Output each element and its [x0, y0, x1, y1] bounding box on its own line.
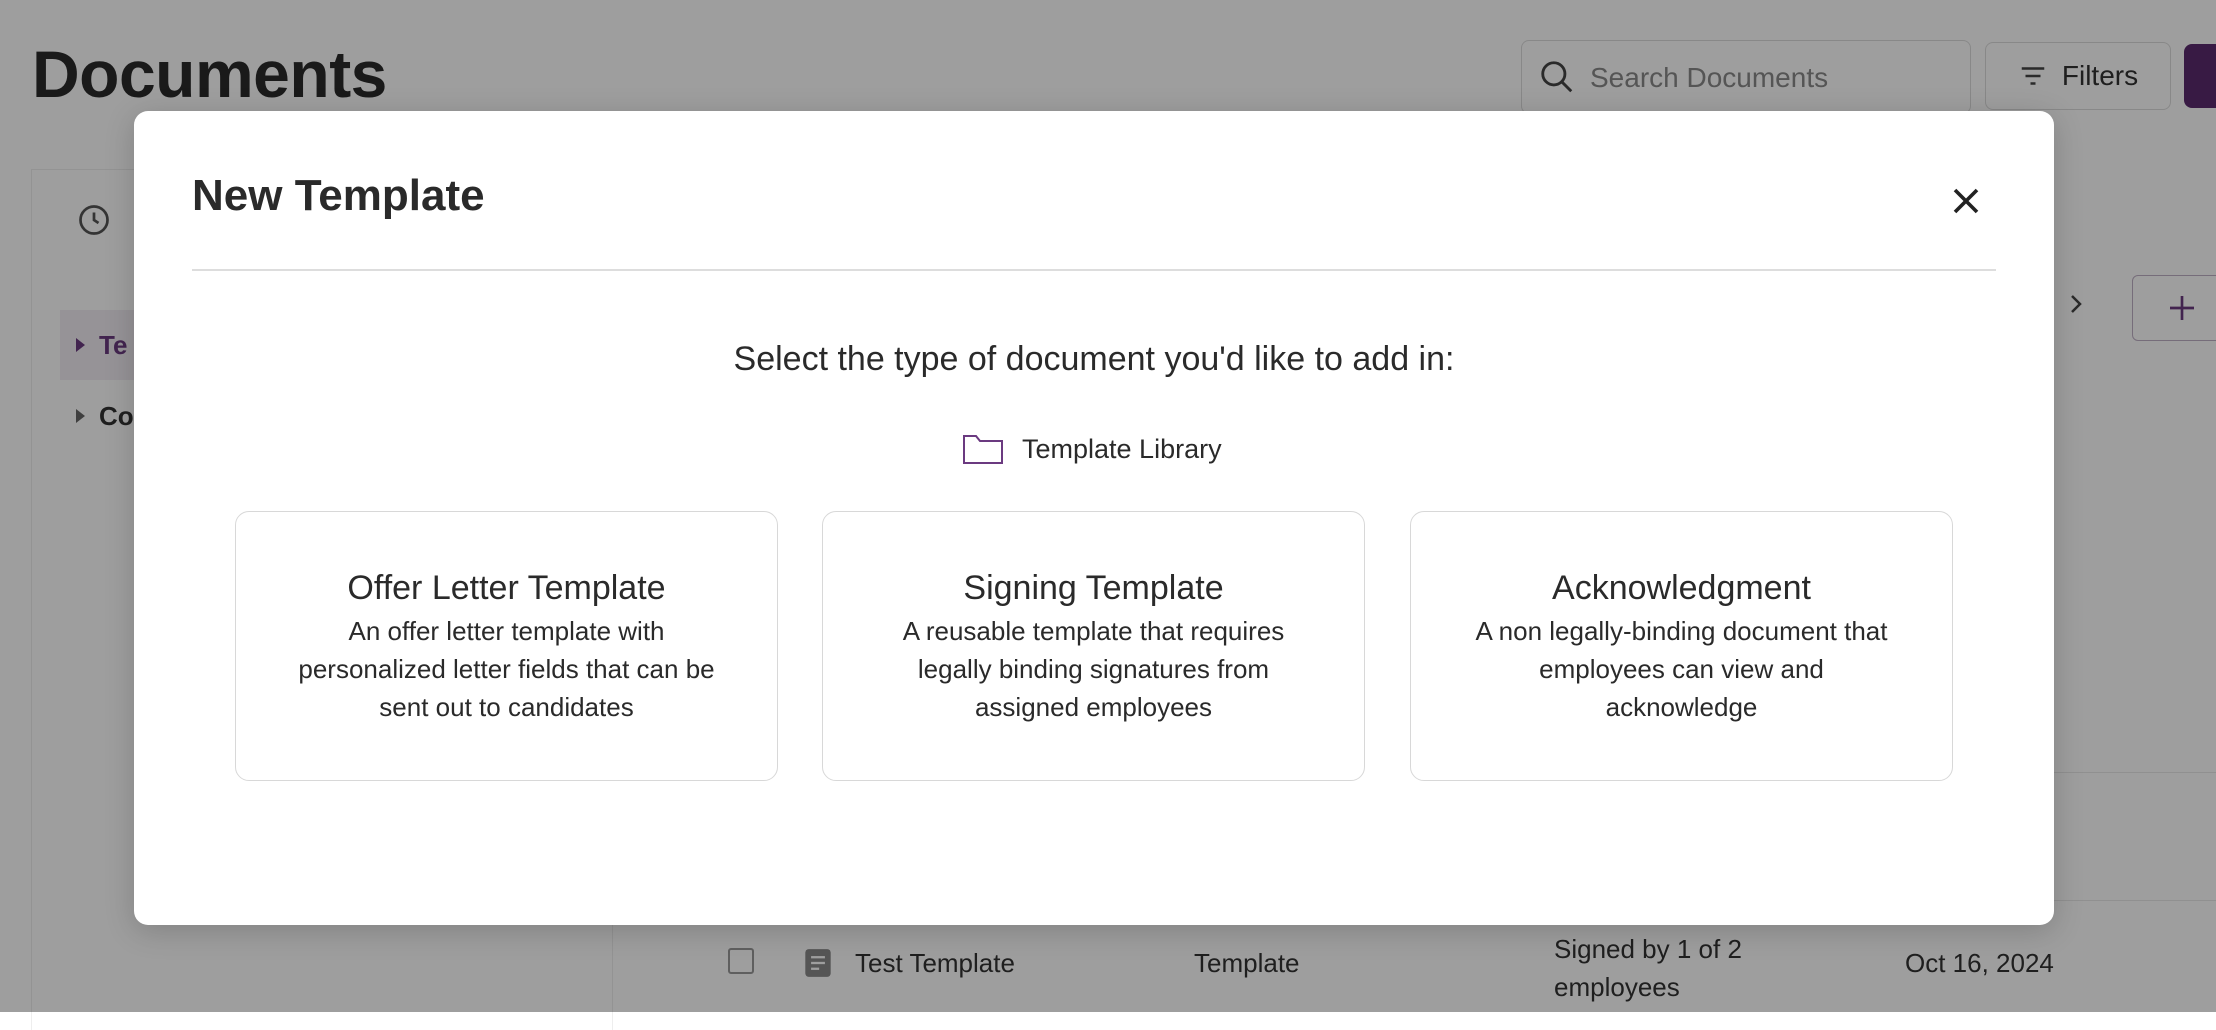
- template-library-label: Template Library: [1022, 433, 1222, 464]
- card-description: An offer letter template with personaliz…: [298, 616, 715, 722]
- card-title: Signing Template: [963, 569, 1224, 607]
- card-description: A non legally-binding document that empl…: [1475, 616, 1888, 722]
- modal-prompt: Select the type of document you'd like t…: [733, 340, 1455, 378]
- card-title: Acknowledgment: [1552, 569, 1811, 607]
- offer-letter-template-card[interactable]: Offer Letter Template An offer letter te…: [235, 511, 778, 781]
- template-type-options: Offer Letter Template An offer letter te…: [235, 511, 1953, 781]
- close-button[interactable]: [1944, 179, 1988, 223]
- close-icon: [1953, 188, 1979, 214]
- card-title: Offer Letter Template: [347, 569, 666, 607]
- card-description: A reusable template that requires legall…: [902, 616, 1285, 722]
- modal-divider: [192, 269, 1996, 271]
- template-library-link[interactable]: Template Library: [962, 427, 1222, 471]
- acknowledgment-card[interactable]: Acknowledgment A non legally-binding doc…: [1410, 511, 1953, 781]
- signing-template-card[interactable]: Signing Template A reusable template tha…: [822, 511, 1365, 781]
- folder-icon: [963, 435, 1003, 464]
- new-template-dialog: New Template Select the type of document…: [134, 111, 2054, 925]
- modal-title: New Template: [192, 171, 485, 220]
